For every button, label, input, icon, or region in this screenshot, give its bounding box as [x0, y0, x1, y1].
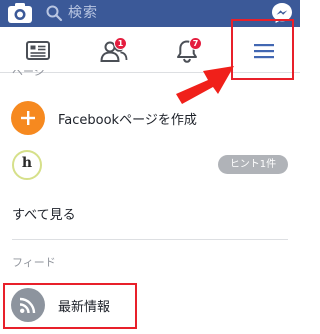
create-page-label: Facebookページを作成: [58, 113, 197, 128]
notifications-badge: 7: [189, 37, 202, 50]
news-feed-highlight-box: [3, 283, 137, 329]
plus-icon: [21, 111, 35, 125]
hint-count-badge: ヒント1件: [218, 155, 288, 174]
see-all-label: すべて見る: [12, 208, 76, 223]
menu-tab-highlight-box: [231, 19, 294, 80]
create-page-icon: [11, 101, 45, 135]
pages-section-header: ページ: [12, 70, 45, 78]
news-feed-icon: [26, 41, 50, 60]
friend-requests-badge: 1: [114, 37, 127, 50]
search-input[interactable]: 検索: [68, 3, 98, 23]
feeds-section-header: フィード: [12, 256, 56, 269]
see-all-link[interactable]: すべて見る: [0, 201, 300, 225]
page-hint-item[interactable]: h ヒント1件: [0, 148, 300, 184]
page-logo-avatar: h: [12, 150, 42, 180]
camera-icon[interactable]: [7, 2, 33, 24]
facebook-mobile-screen: 検索 1 7 ページ Facebookページを作成 h ヒント1件 すべて見る …: [0, 0, 300, 334]
search-icon: [46, 5, 63, 22]
create-page-item[interactable]: Facebookページを作成: [0, 97, 300, 141]
tab-friend-requests[interactable]: 1: [83, 27, 143, 73]
tab-news-feed[interactable]: [8, 27, 68, 73]
section-divider: [12, 239, 288, 240]
